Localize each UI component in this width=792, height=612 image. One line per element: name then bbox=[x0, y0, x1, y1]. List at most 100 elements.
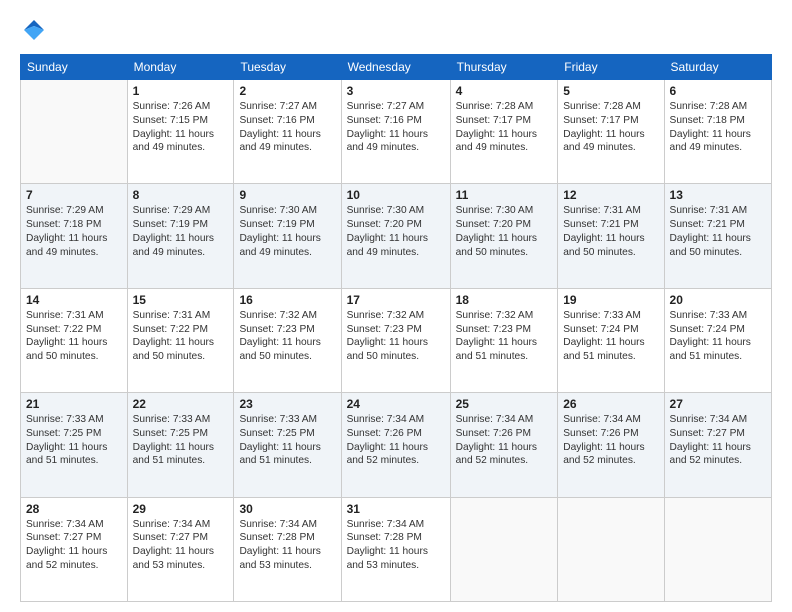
week-row-1: 1 Sunrise: 7:26 AM Sunset: 7:15 PM Daylig… bbox=[21, 80, 772, 184]
day-cell: 28 Sunrise: 7:34 AM Sunset: 7:27 PM Dayli… bbox=[21, 497, 128, 601]
day-info: Sunrise: 7:30 AM Sunset: 7:19 PM Dayligh… bbox=[239, 204, 335, 259]
day-info: Sunrise: 7:31 AM Sunset: 7:22 PM Dayligh… bbox=[26, 309, 122, 364]
day-info: Sunrise: 7:26 AM Sunset: 7:15 PM Dayligh… bbox=[133, 100, 229, 155]
day-cell: 3 Sunrise: 7:27 AM Sunset: 7:16 PM Daylig… bbox=[341, 80, 450, 184]
day-info: Sunrise: 7:28 AM Sunset: 7:17 PM Dayligh… bbox=[456, 100, 553, 155]
day-number: 22 bbox=[133, 397, 229, 411]
day-number: 25 bbox=[456, 397, 553, 411]
day-number: 6 bbox=[670, 84, 766, 98]
day-number: 28 bbox=[26, 502, 122, 516]
day-cell bbox=[450, 497, 558, 601]
day-info: Sunrise: 7:31 AM Sunset: 7:21 PM Dayligh… bbox=[670, 204, 766, 259]
day-number: 13 bbox=[670, 188, 766, 202]
day-info: Sunrise: 7:32 AM Sunset: 7:23 PM Dayligh… bbox=[239, 309, 335, 364]
day-info: Sunrise: 7:30 AM Sunset: 7:20 PM Dayligh… bbox=[347, 204, 445, 259]
header-cell-wednesday: Wednesday bbox=[341, 55, 450, 80]
day-info: Sunrise: 7:28 AM Sunset: 7:18 PM Dayligh… bbox=[670, 100, 766, 155]
day-number: 10 bbox=[347, 188, 445, 202]
day-number: 20 bbox=[670, 293, 766, 307]
day-info: Sunrise: 7:34 AM Sunset: 7:28 PM Dayligh… bbox=[347, 518, 445, 573]
day-number: 23 bbox=[239, 397, 335, 411]
day-info: Sunrise: 7:31 AM Sunset: 7:22 PM Dayligh… bbox=[133, 309, 229, 364]
week-row-3: 14Sunrise: 7:31 AM Sunset: 7:22 PM Dayli… bbox=[21, 288, 772, 392]
day-cell: 22 Sunrise: 7:33 AM Sunset: 7:25 PM Dayli… bbox=[127, 393, 234, 497]
day-number: 3 bbox=[347, 84, 445, 98]
header bbox=[20, 16, 772, 44]
day-cell: 1 Sunrise: 7:26 AM Sunset: 7:15 PM Daylig… bbox=[127, 80, 234, 184]
day-number: 19 bbox=[563, 293, 658, 307]
day-cell: 21 Sunrise: 7:33 AM Sunset: 7:25 PM Dayli… bbox=[21, 393, 128, 497]
day-cell: 24 Sunrise: 7:34 AM Sunset: 7:26 PM Dayli… bbox=[341, 393, 450, 497]
day-cell: 31 Sunrise: 7:34 AM Sunset: 7:28 PM Dayli… bbox=[341, 497, 450, 601]
day-cell: 5Sunrise: 7:28 AM Sunset: 7:17 PM Daylig… bbox=[558, 80, 664, 184]
day-info: Sunrise: 7:34 AM Sunset: 7:28 PM Dayligh… bbox=[239, 518, 335, 573]
day-cell: 6 Sunrise: 7:28 AM Sunset: 7:18 PM Daylig… bbox=[664, 80, 771, 184]
day-number: 17 bbox=[347, 293, 445, 307]
day-info: Sunrise: 7:34 AM Sunset: 7:26 PM Dayligh… bbox=[563, 413, 658, 468]
day-info: Sunrise: 7:34 AM Sunset: 7:27 PM Dayligh… bbox=[133, 518, 229, 573]
day-number: 29 bbox=[133, 502, 229, 516]
day-cell: 7Sunrise: 7:29 AM Sunset: 7:18 PM Daylig… bbox=[21, 184, 128, 288]
day-number: 21 bbox=[26, 397, 122, 411]
day-number: 15 bbox=[133, 293, 229, 307]
day-cell: 18 Sunrise: 7:32 AM Sunset: 7:23 PM Dayli… bbox=[450, 288, 558, 392]
calendar-header: SundayMondayTuesdayWednesdayThursdayFrid… bbox=[21, 55, 772, 80]
day-info: Sunrise: 7:30 AM Sunset: 7:20 PM Dayligh… bbox=[456, 204, 553, 259]
day-info: Sunrise: 7:34 AM Sunset: 7:26 PM Dayligh… bbox=[347, 413, 445, 468]
day-cell: 19 Sunrise: 7:33 AM Sunset: 7:24 PM Dayli… bbox=[558, 288, 664, 392]
day-number: 27 bbox=[670, 397, 766, 411]
day-number: 2 bbox=[239, 84, 335, 98]
day-info: Sunrise: 7:33 AM Sunset: 7:24 PM Dayligh… bbox=[563, 309, 658, 364]
week-row-4: 21 Sunrise: 7:33 AM Sunset: 7:25 PM Dayli… bbox=[21, 393, 772, 497]
day-info: Sunrise: 7:34 AM Sunset: 7:27 PM Dayligh… bbox=[26, 518, 122, 573]
day-cell bbox=[664, 497, 771, 601]
header-cell-thursday: Thursday bbox=[450, 55, 558, 80]
day-info: Sunrise: 7:29 AM Sunset: 7:19 PM Dayligh… bbox=[133, 204, 229, 259]
header-cell-saturday: Saturday bbox=[664, 55, 771, 80]
header-cell-monday: Monday bbox=[127, 55, 234, 80]
day-cell: 15 Sunrise: 7:31 AM Sunset: 7:22 PM Dayli… bbox=[127, 288, 234, 392]
day-info: Sunrise: 7:33 AM Sunset: 7:25 PM Dayligh… bbox=[26, 413, 122, 468]
day-cell: 17 Sunrise: 7:32 AM Sunset: 7:23 PM Dayli… bbox=[341, 288, 450, 392]
day-cell: 26 Sunrise: 7:34 AM Sunset: 7:26 PM Dayli… bbox=[558, 393, 664, 497]
day-info: Sunrise: 7:27 AM Sunset: 7:16 PM Dayligh… bbox=[239, 100, 335, 155]
day-cell: 12 Sunrise: 7:31 AM Sunset: 7:21 PM Dayli… bbox=[558, 184, 664, 288]
day-cell: 29 Sunrise: 7:34 AM Sunset: 7:27 PM Dayli… bbox=[127, 497, 234, 601]
day-info: Sunrise: 7:31 AM Sunset: 7:21 PM Dayligh… bbox=[563, 204, 658, 259]
logo bbox=[20, 16, 52, 44]
day-info: Sunrise: 7:27 AM Sunset: 7:16 PM Dayligh… bbox=[347, 100, 445, 155]
day-info: Sunrise: 7:32 AM Sunset: 7:23 PM Dayligh… bbox=[456, 309, 553, 364]
day-number: 12 bbox=[563, 188, 658, 202]
day-cell: 25 Sunrise: 7:34 AM Sunset: 7:26 PM Dayli… bbox=[450, 393, 558, 497]
day-info: Sunrise: 7:33 AM Sunset: 7:24 PM Dayligh… bbox=[670, 309, 766, 364]
day-number: 16 bbox=[239, 293, 335, 307]
calendar-table: SundayMondayTuesdayWednesdayThursdayFrid… bbox=[20, 54, 772, 602]
day-cell: 20 Sunrise: 7:33 AM Sunset: 7:24 PM Dayli… bbox=[664, 288, 771, 392]
day-number: 31 bbox=[347, 502, 445, 516]
day-number: 30 bbox=[239, 502, 335, 516]
day-number: 5 bbox=[563, 84, 658, 98]
day-info: Sunrise: 7:34 AM Sunset: 7:26 PM Dayligh… bbox=[456, 413, 553, 468]
day-cell bbox=[21, 80, 128, 184]
day-cell: 10 Sunrise: 7:30 AM Sunset: 7:20 PM Dayli… bbox=[341, 184, 450, 288]
header-cell-tuesday: Tuesday bbox=[234, 55, 341, 80]
day-cell: 27 Sunrise: 7:34 AM Sunset: 7:27 PM Dayli… bbox=[664, 393, 771, 497]
calendar-body: 1 Sunrise: 7:26 AM Sunset: 7:15 PM Daylig… bbox=[21, 80, 772, 602]
day-number: 1 bbox=[133, 84, 229, 98]
day-cell: 9Sunrise: 7:30 AM Sunset: 7:19 PM Daylig… bbox=[234, 184, 341, 288]
day-cell: 13 Sunrise: 7:31 AM Sunset: 7:21 PM Dayli… bbox=[664, 184, 771, 288]
day-cell: 4Sunrise: 7:28 AM Sunset: 7:17 PM Daylig… bbox=[450, 80, 558, 184]
day-number: 26 bbox=[563, 397, 658, 411]
day-info: Sunrise: 7:32 AM Sunset: 7:23 PM Dayligh… bbox=[347, 309, 445, 364]
day-cell: 2 Sunrise: 7:27 AM Sunset: 7:16 PM Daylig… bbox=[234, 80, 341, 184]
day-info: Sunrise: 7:33 AM Sunset: 7:25 PM Dayligh… bbox=[133, 413, 229, 468]
day-number: 18 bbox=[456, 293, 553, 307]
day-number: 7 bbox=[26, 188, 122, 202]
page: SundayMondayTuesdayWednesdayThursdayFrid… bbox=[0, 0, 792, 612]
day-cell: 8Sunrise: 7:29 AM Sunset: 7:19 PM Daylig… bbox=[127, 184, 234, 288]
day-cell: 16 Sunrise: 7:32 AM Sunset: 7:23 PM Dayli… bbox=[234, 288, 341, 392]
day-cell: 30 Sunrise: 7:34 AM Sunset: 7:28 PM Dayli… bbox=[234, 497, 341, 601]
day-info: Sunrise: 7:34 AM Sunset: 7:27 PM Dayligh… bbox=[670, 413, 766, 468]
header-cell-sunday: Sunday bbox=[21, 55, 128, 80]
day-number: 24 bbox=[347, 397, 445, 411]
